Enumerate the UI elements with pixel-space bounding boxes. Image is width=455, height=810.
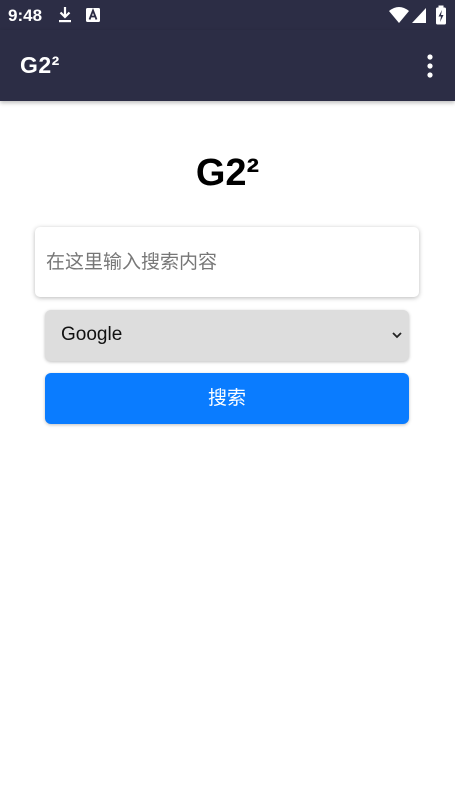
search-engine-selected: Google (61, 324, 123, 345)
battery-charging-icon (436, 5, 446, 25)
app-bar: G2² (0, 30, 455, 101)
more-vert-icon[interactable] (419, 52, 441, 80)
app-title: G2² (20, 52, 60, 78)
wifi-icon (389, 7, 409, 23)
search-input[interactable] (35, 227, 419, 297)
accessibility-icon (86, 8, 100, 22)
search-engine-select[interactable]: Google (45, 310, 409, 361)
search-button[interactable]: 搜索 (45, 373, 409, 424)
signal-icon (412, 8, 426, 23)
chevron-down-icon (392, 332, 402, 339)
search-card (35, 227, 419, 297)
page-title: G2² (195, 152, 260, 194)
status-bar: 9:48 (0, 0, 455, 30)
download-icon (59, 7, 71, 23)
status-time: 9:48 (8, 6, 43, 25)
